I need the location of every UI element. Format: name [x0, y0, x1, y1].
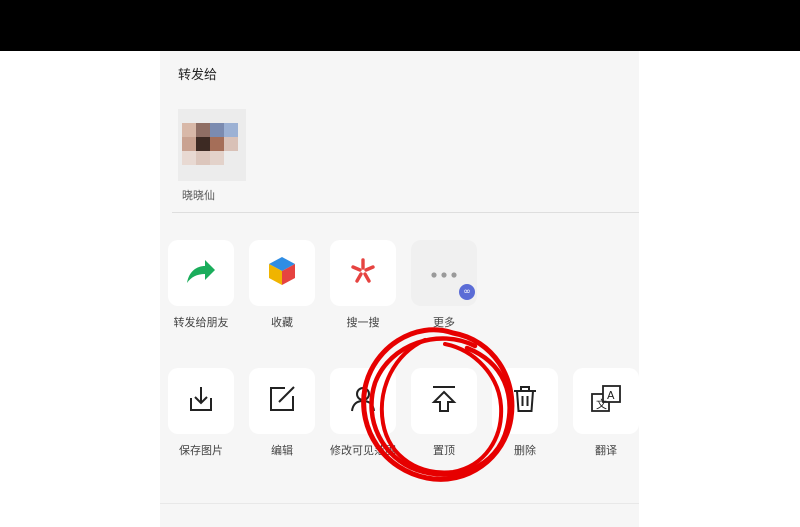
mini-program-icon: ∞ [459, 284, 475, 300]
svg-text:文: 文 [596, 397, 607, 411]
forward-to-friend-button[interactable]: 转发给朋友 [165, 240, 237, 330]
edit-icon [267, 384, 297, 418]
sheet-title: 转发给 [178, 68, 218, 83]
search-button[interactable]: 搜一搜 [327, 240, 399, 330]
svg-text:A: A [607, 389, 615, 402]
pin-top-icon [429, 384, 459, 418]
more-dots-icon [429, 264, 459, 283]
edit-button[interactable]: 编辑 [246, 368, 318, 458]
bottom-divider [160, 503, 639, 504]
action-label: 置顶 [433, 444, 455, 457]
delete-button[interactable]: 删除 [489, 368, 561, 458]
contact-name: 晓晓仙 [182, 189, 215, 202]
action-label: 更多 [433, 316, 455, 329]
action-label: 收藏 [271, 316, 293, 329]
action-label: 修改可见范围 [330, 444, 396, 457]
action-label: 保存图片 [179, 444, 223, 457]
action-label: 转发给朋友 [173, 316, 229, 329]
edit-visibility-button[interactable]: 修改可见范围 [327, 368, 399, 458]
save-image-button[interactable]: 保存图片 [165, 368, 237, 458]
favorites-cube-icon [266, 255, 298, 291]
action-label: 编辑 [271, 444, 293, 457]
action-label: 翻译 [595, 444, 617, 457]
action-label: 删除 [514, 444, 536, 457]
trash-icon [510, 384, 540, 418]
avatar [178, 109, 246, 181]
favorites-button[interactable]: 收藏 [246, 240, 318, 330]
pin-to-top-button[interactable]: 置顶 [408, 368, 480, 458]
translate-button[interactable]: 文 A 翻译 [570, 368, 642, 458]
top-black-bar [0, 0, 800, 51]
visibility-person-icon [348, 384, 378, 418]
translate-icon: 文 A [590, 383, 622, 419]
forward-arrow-icon [185, 257, 217, 289]
search-star-icon [348, 256, 378, 290]
divider [172, 212, 639, 213]
more-button[interactable]: ∞ 更多 [408, 240, 480, 330]
download-icon [186, 384, 216, 418]
share-sheet: 转发给 晓晓仙 转发给朋友 收藏 搜一搜 ∞ 更多 保存图片 编辑 修改可见范围… [160, 51, 639, 527]
action-label: 搜一搜 [346, 316, 380, 329]
